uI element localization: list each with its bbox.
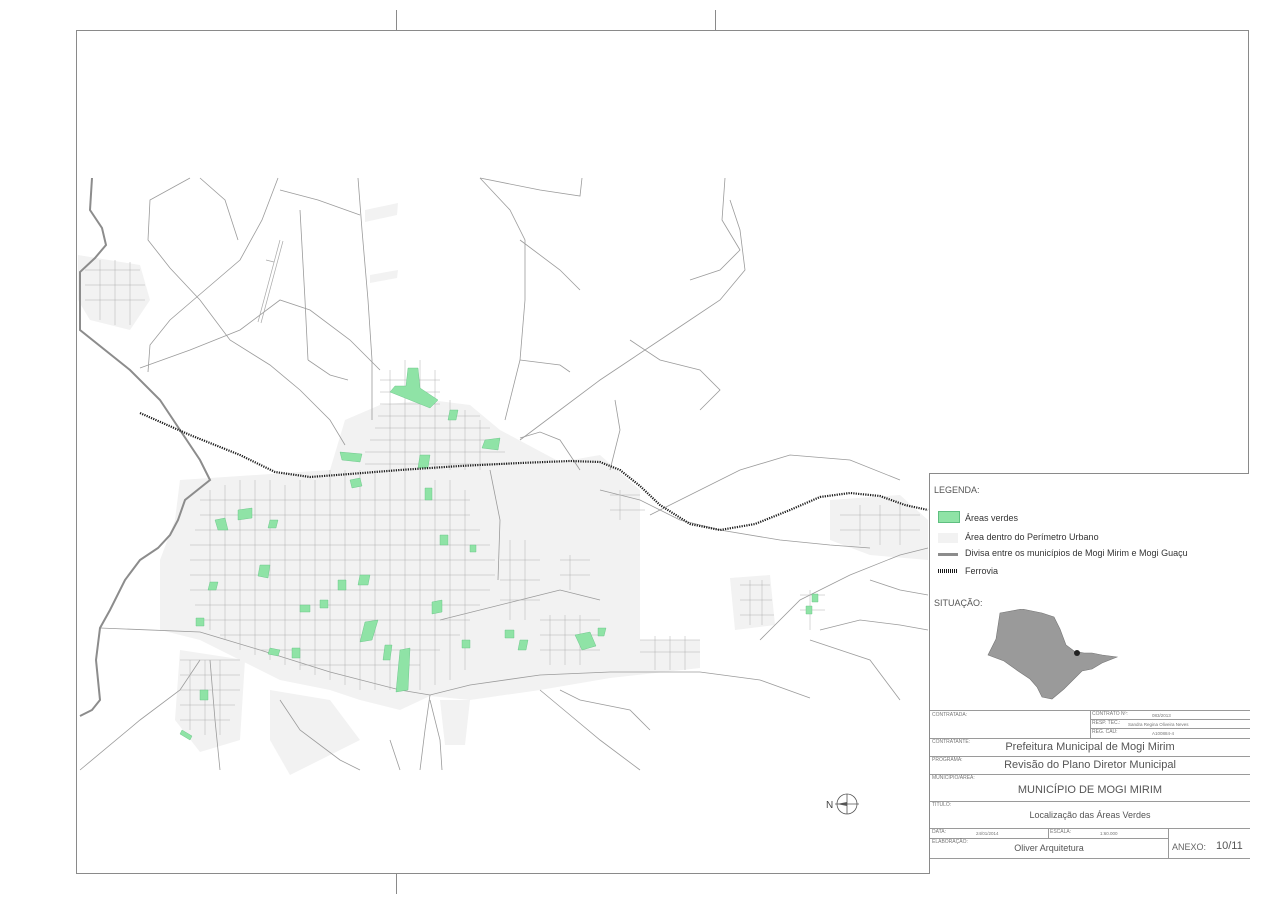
green-area — [469, 544, 477, 553]
green-area — [319, 599, 329, 609]
green-area — [207, 581, 219, 591]
elaboracao-value: Oliver Arquitetura — [1014, 843, 1084, 853]
data-label: DATA: — [932, 829, 946, 835]
urban-area-northwest — [78, 255, 150, 330]
escala-value: 1:60.000 — [1100, 831, 1118, 836]
titulo-label: TÍTULO: — [932, 802, 952, 808]
green-area — [349, 477, 363, 489]
state-outline — [987, 609, 1119, 700]
green-area — [805, 605, 813, 615]
urban-perimeter-areas — [78, 203, 928, 775]
green-area — [299, 604, 311, 613]
programa-value: Revisão do Plano Diretor Municipal — [1004, 759, 1176, 771]
urban-area-south-center — [440, 700, 470, 745]
north-letter: N — [826, 800, 833, 811]
airfield — [257, 239, 284, 324]
green-area — [357, 574, 371, 586]
railway-icon — [938, 569, 958, 573]
green-area — [195, 617, 205, 627]
municipio-label: MUNICÍPIO/ÁREA: — [932, 775, 975, 781]
legend-panel: LEGENDA: Áreas verdes Área dentro do Per… — [929, 473, 1250, 874]
green-area — [417, 454, 431, 469]
green-area-icon — [938, 511, 960, 523]
urban-area-east-small — [730, 575, 775, 630]
green-area — [439, 534, 449, 546]
state-location-map — [987, 609, 1119, 700]
contratante-value: Prefeitura Municipal de Mogi Mirim — [1005, 741, 1175, 753]
legend-green-areas-label: Áreas verdes — [965, 513, 1019, 523]
urban-area-north — [365, 203, 398, 222]
reg-cau-label: REG. CAU: — [1092, 729, 1118, 735]
green-area — [267, 519, 279, 529]
urban-area-southeast — [270, 690, 360, 775]
green-area — [199, 689, 209, 701]
green-area — [517, 639, 529, 651]
green-area — [461, 639, 471, 649]
green-area — [291, 647, 301, 659]
green-area — [447, 409, 459, 421]
resp-tec-label: RESP. TEC.: — [1092, 720, 1121, 726]
green-area — [257, 564, 271, 579]
urban-perimeter-icon — [938, 533, 958, 543]
green-area — [811, 593, 819, 603]
municipality-marker — [1074, 650, 1080, 656]
municipal-border-icon — [938, 553, 958, 556]
green-area — [237, 507, 253, 521]
green-area — [431, 599, 443, 615]
anexo-value: 10/11 — [1216, 840, 1243, 852]
municipio-value: MUNICÍPIO DE MOGI MIRIM — [1017, 784, 1163, 796]
data-value: 24/01/2014 — [976, 831, 999, 836]
situation-heading: SITUAÇÃO: — [934, 598, 983, 608]
contrato-label: CONTRATO Nº: — [1092, 711, 1128, 717]
north-arrow-icon: N — [826, 793, 859, 815]
resp-tec-value: Sandra Regina Oliveira Neves — [1128, 722, 1189, 727]
legend-heading: LEGENDA: — [934, 485, 980, 495]
green-area — [424, 487, 433, 501]
contrato-value: 083/2013 — [1152, 713, 1171, 718]
legend-urban-perimeter-label: Área dentro do Perímetro Urbano — [965, 532, 1099, 542]
legend-railway-label: Ferrovia — [965, 566, 999, 576]
green-area — [337, 579, 347, 591]
reg-cau-value: A100884-4 — [1152, 731, 1175, 736]
urban-area-east — [830, 495, 928, 560]
contratada-label: CONTRATADA: — [932, 712, 968, 718]
escala-label: ESCALA: — [1050, 829, 1072, 835]
legend-municipal-border-label: Divisa entre os municípios de Mogi Mirim… — [965, 548, 1188, 558]
anexo-label: ANEXO: — [1172, 842, 1207, 852]
urban-area-north2 — [370, 270, 398, 283]
green-area — [504, 629, 515, 639]
titulo-value: Localização das Áreas Verdes — [1029, 810, 1151, 820]
